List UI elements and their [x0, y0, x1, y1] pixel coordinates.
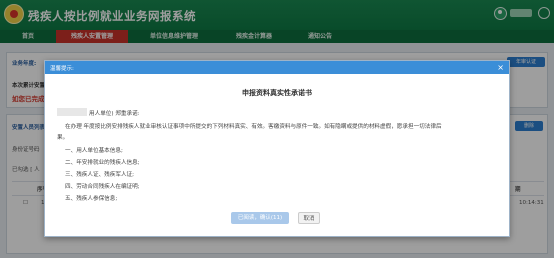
commitment-dialog: 温馨提示: × 申报资料真实性承诺书 用人单位) 郑重承诺: 在办理 年度按比例…	[44, 60, 510, 237]
cancel-button[interactable]: 取消	[298, 212, 320, 224]
commitment-paragraph-line2: 果。	[57, 135, 69, 141]
list-item: 四、劳动合同残疾人在编证明;	[65, 184, 140, 190]
dialog-header: 温馨提示: ×	[45, 61, 509, 74]
document-title: 申报资料真实性承诺书	[242, 89, 312, 97]
close-icon[interactable]: ×	[497, 62, 504, 73]
list-item: 五、残疾人参保信息;	[65, 196, 118, 202]
salutation-text: 用人单位) 郑重承诺:	[89, 111, 140, 117]
redacted-unit-name	[57, 108, 87, 116]
list-item: 二、年安排就业的残疾人信息;	[65, 160, 140, 166]
confirm-read-button[interactable]: 已阅读，确认(11)	[231, 212, 289, 224]
commitment-paragraph-line1: 在办理 年度按比例安排残疾人就业审核认证事项中所提交的下列材料真实、有效。客缴资…	[65, 124, 442, 130]
dialog-title: 温馨提示:	[50, 66, 74, 72]
list-item: 一、用人单位基本信息;	[65, 148, 123, 154]
list-item: 三、残疾人证、残疾军人证;	[65, 172, 135, 178]
